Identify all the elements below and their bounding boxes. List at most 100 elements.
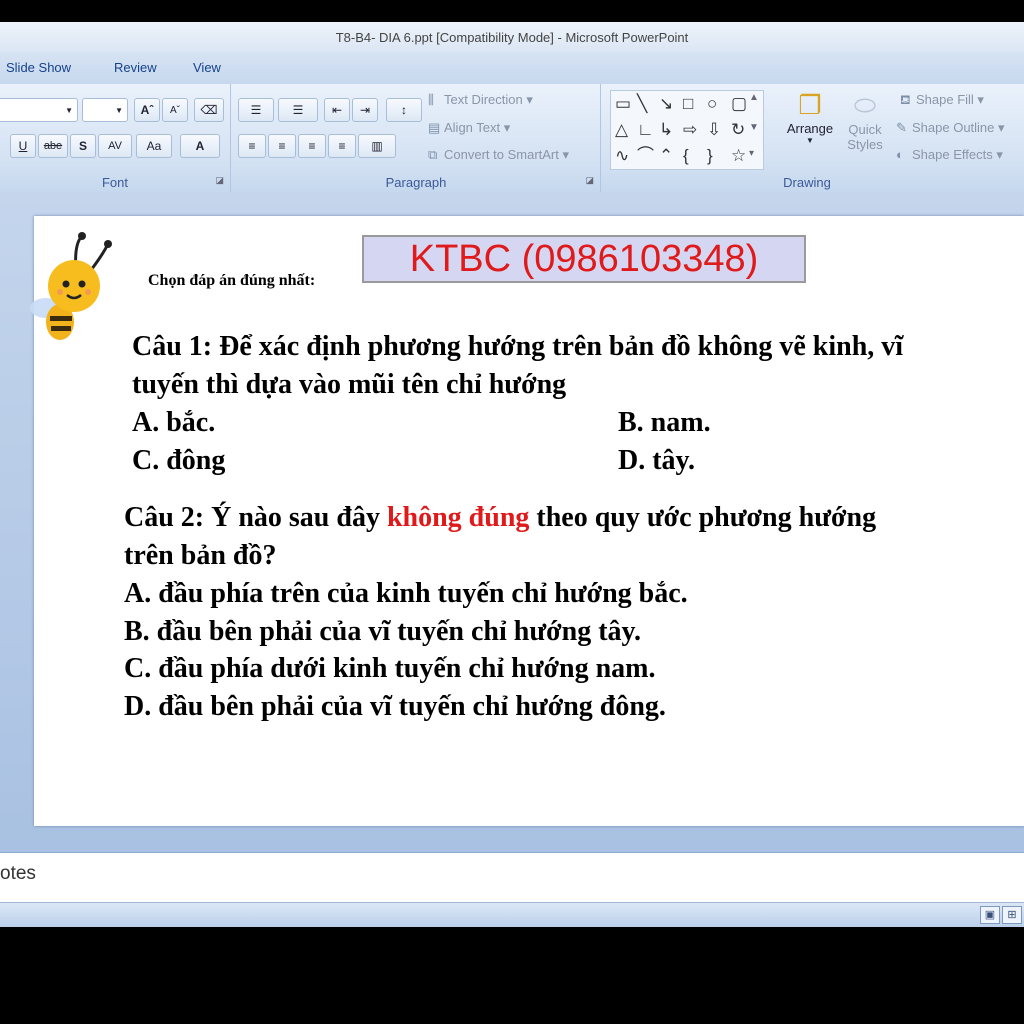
- character-spacing-button[interactable]: AV: [98, 134, 132, 158]
- clear-formatting-button[interactable]: ⌫: [194, 98, 224, 122]
- text-shadow-button[interactable]: S: [70, 134, 96, 158]
- rectangle-shape-icon[interactable]: □: [683, 95, 693, 112]
- shape-outline-button[interactable]: ✎ Shape Outline ▾: [896, 120, 1005, 136]
- left-brace-shape-icon[interactable]: {: [683, 147, 689, 164]
- text-direction-label: Text Direction: [444, 92, 523, 107]
- change-case-button[interactable]: Aa: [136, 134, 172, 158]
- tab-review[interactable]: Review: [114, 60, 157, 75]
- window-title-bar: T8-B4- DIA 6.ppt [Compatibility Mode] - …: [0, 22, 1024, 52]
- arrow-line-shape-icon[interactable]: ↘: [659, 95, 673, 112]
- strikethrough-button[interactable]: abe: [38, 134, 68, 158]
- quick-styles-label-2: Styles: [847, 137, 883, 152]
- question-2-option-b: B. đầu bên phải của vĩ tuyến chỉ hướng t…: [124, 616, 642, 647]
- curved-arrow-shape-icon[interactable]: ↻: [731, 121, 745, 138]
- smartart-icon: ⧉: [428, 147, 438, 162]
- curve-shape-icon[interactable]: ⌃: [659, 147, 673, 164]
- increase-indent-button[interactable]: ⇥: [352, 98, 378, 122]
- rounded-rectangle-shape-icon[interactable]: ▢: [731, 95, 747, 112]
- elbow-arrow-icon[interactable]: ↳: [659, 121, 673, 138]
- dialog-launcher-icon[interactable]: ◪: [585, 175, 594, 186]
- right-brace-shape-icon[interactable]: }: [707, 147, 713, 164]
- instruction-text: Chọn đáp án đúng nhất:: [148, 272, 316, 289]
- notes-placeholder: otes: [0, 863, 36, 884]
- text-direction-button[interactable]: ⫼ Text Direction ▾: [428, 92, 533, 108]
- bullets-button[interactable]: ☰: [238, 98, 274, 122]
- question-1-option-c: C. đông: [132, 445, 226, 476]
- align-text-button[interactable]: ▤ Align Text ▾: [428, 120, 510, 136]
- more-shapes-icon[interactable]: ▾: [749, 149, 754, 159]
- line-spacing-button[interactable]: ↕: [386, 98, 422, 122]
- shape-fill-label: Shape Fill: [916, 92, 974, 107]
- chevron-down-icon: ▼: [806, 136, 814, 145]
- question-2-highlight: không đúng: [386, 502, 530, 533]
- dialog-launcher-icon[interactable]: ◪: [215, 175, 224, 186]
- question-2-option-a: A. đầu phía trên của kinh tuyến chỉ hướn…: [124, 578, 688, 609]
- font-group: ▼ ▼ Aˆ Aˇ ⌫ U abe S AV Aa A Font ◪: [0, 84, 231, 192]
- shape-fill-button[interactable]: ⛾ Shape Fill ▾: [900, 92, 984, 110]
- ktbc-banner: KTBC (0986103348): [362, 235, 806, 283]
- align-left-button[interactable]: ≡: [238, 134, 266, 158]
- scroll-down-icon[interactable]: ▼: [749, 123, 759, 133]
- drawing-group-label: Drawing: [783, 175, 831, 190]
- arrange-icon: ❐: [798, 90, 822, 120]
- numbering-button[interactable]: ☰: [278, 98, 318, 122]
- question-2-option-c: C. đầu phía dưới kinh tuyến chỉ hướng na…: [124, 653, 656, 684]
- font-group-label: Font: [101, 175, 128, 190]
- tab-slide-show[interactable]: Slide Show: [6, 60, 71, 75]
- slide-sorter-view-icon[interactable]: ⊞: [1002, 906, 1022, 924]
- right-arrow-shape-icon[interactable]: ⇨: [683, 121, 697, 138]
- outdent-icon: ⇤: [331, 103, 343, 117]
- question-1-option-a: A. bắc.: [132, 407, 216, 438]
- convert-smartart-button[interactable]: ⧉ Convert to SmartArt ▾: [428, 147, 569, 163]
- ribbon: ▼ ▼ Aˆ Aˇ ⌫ U abe S AV Aa A Font ◪ ☰ ☰ ⇤…: [0, 84, 1024, 193]
- decrease-indent-button[interactable]: ⇤: [324, 98, 350, 122]
- normal-view-icon[interactable]: ▣: [980, 906, 1000, 924]
- align-text-icon: ▤: [428, 120, 441, 135]
- font-size-dropdown[interactable]: ▼: [82, 98, 128, 122]
- oval-shape-icon[interactable]: ○: [707, 95, 717, 112]
- question-1-line-1: Câu 1: Để xác định phương hướng trên bản…: [132, 331, 904, 362]
- text-direction-icon: ⫼: [428, 92, 434, 107]
- down-arrow-shape-icon[interactable]: ⇩: [707, 121, 721, 138]
- question-1-line-2: tuyến thì dựa vào mũi tên chỉ hướng: [132, 369, 567, 400]
- underline-button[interactable]: U: [10, 134, 36, 158]
- scroll-up-icon[interactable]: ▲: [749, 93, 759, 103]
- tab-view[interactable]: View: [193, 60, 221, 75]
- align-center-button[interactable]: ≡: [268, 134, 296, 158]
- star-shape-icon[interactable]: ☆: [731, 147, 746, 164]
- quick-styles-icon: ⬭: [853, 90, 877, 120]
- question-1-option-d: D. tây.: [618, 445, 695, 476]
- question-1-option-b: B. nam.: [618, 407, 711, 438]
- question-2-suffix: theo quy ước phương hướng: [529, 502, 877, 533]
- ribbon-tab-bar: Slide Show Review View: [0, 52, 1024, 84]
- shape-effects-label: Shape Effects: [912, 147, 993, 162]
- eraser-icon: ⌫: [200, 103, 218, 117]
- bullet-list-icon: ☰: [250, 103, 262, 117]
- arrange-button[interactable]: ❐ Arrange ▼: [782, 90, 838, 145]
- status-bar: ▣ ⊞: [0, 902, 1024, 927]
- font-color-button[interactable]: A: [180, 134, 220, 158]
- line-shape-icon[interactable]: ╲: [637, 95, 647, 112]
- textbox-shape-icon[interactable]: ▭: [615, 95, 631, 112]
- elbow-connector-icon[interactable]: ∟: [637, 121, 654, 138]
- columns-button[interactable]: ▥: [358, 134, 396, 158]
- notes-pane[interactable]: otes: [0, 852, 1024, 903]
- quick-styles-button[interactable]: ⬭ Quick Styles: [840, 90, 890, 152]
- justify-button[interactable]: ≡: [328, 134, 356, 158]
- shape-effects-button[interactable]: ◐ Shape Effects ▾: [896, 147, 1003, 163]
- shapes-gallery[interactable]: ▭ ╲ ↘ □ ○ ▢ △ ∟ ↳ ⇨ ⇩ ↻ ∿ ⌒ ⌃ { } ☆ ▲ ▼ …: [610, 90, 764, 170]
- grow-font-button[interactable]: Aˆ: [134, 98, 160, 122]
- freeform-shape-icon[interactable]: ∿: [615, 147, 629, 164]
- align-right-button[interactable]: ≡: [298, 134, 326, 158]
- question-2-prefix: Câu 2: Ý nào sau đây: [124, 502, 387, 533]
- font-name-dropdown[interactable]: ▼: [0, 98, 78, 122]
- question-2-line-1: Câu 2: Ý nào sau đây không đúng theo quy…: [124, 499, 876, 537]
- bee-mascot-icon: [30, 232, 112, 340]
- drawing-group: ▭ ╲ ↘ □ ○ ▢ △ ∟ ↳ ⇨ ⇩ ↻ ∿ ⌒ ⌃ { } ☆ ▲ ▼ …: [602, 84, 1024, 192]
- shrink-font-button[interactable]: Aˇ: [162, 98, 188, 122]
- paragraph-group: ☰ ☰ ⇤ ⇥ ↕ ≡ ≡ ≡ ≡ ▥ ⫼ Text Direction ▾ ▤ A…: [232, 84, 601, 192]
- triangle-shape-icon[interactable]: △: [615, 121, 628, 138]
- arc-shape-icon[interactable]: ⌒: [637, 147, 654, 164]
- slide-canvas[interactable]: Chọn đáp án đúng nhất: KTBC (0986103348)…: [30, 216, 1024, 826]
- question-2-line-2: trên bản đồ?: [124, 540, 277, 571]
